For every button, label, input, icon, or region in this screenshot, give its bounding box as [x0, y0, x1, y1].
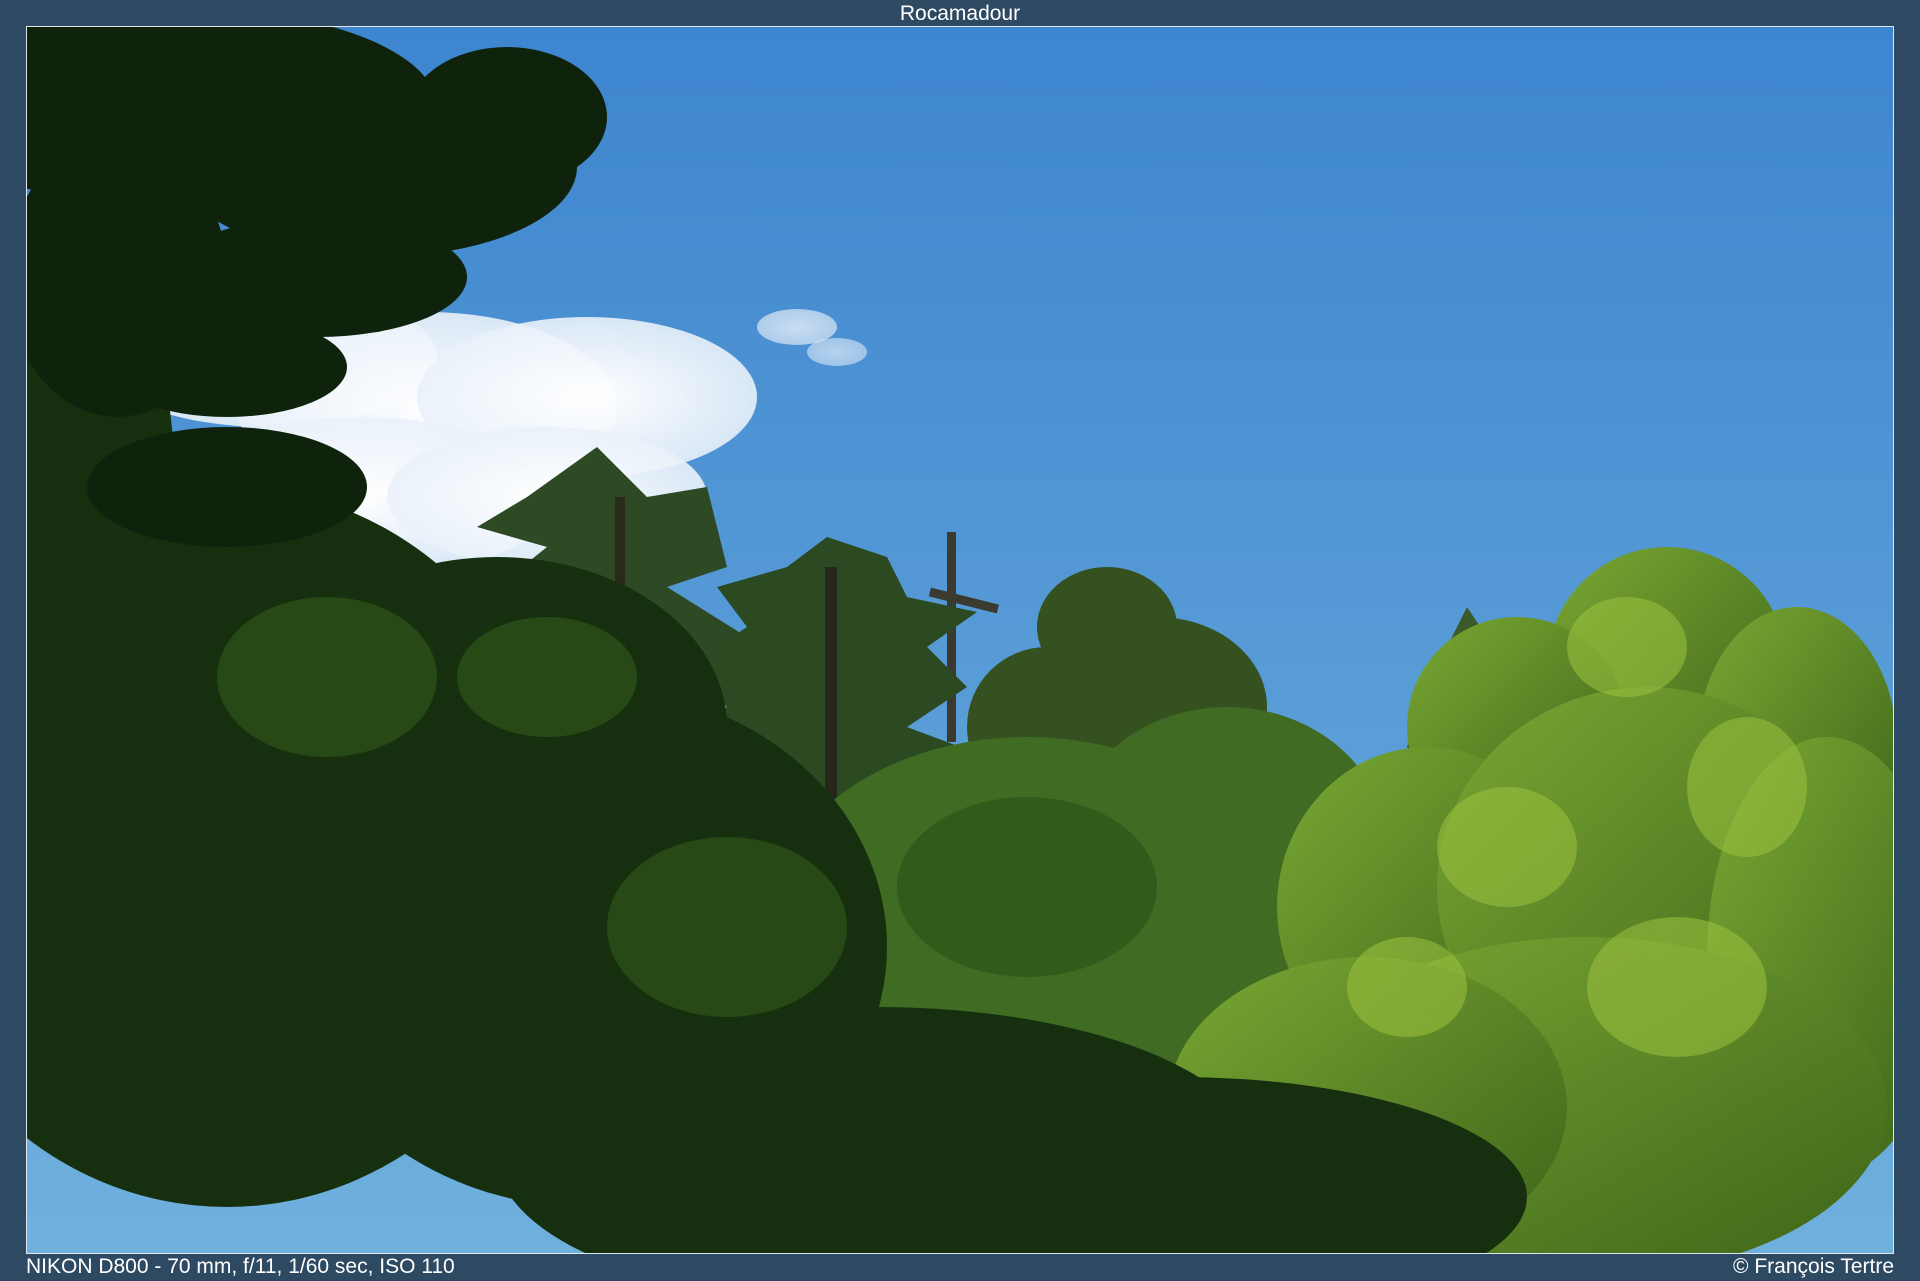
camera-info: NIKON D800 - 70 mm, f/11, 1/60 sec, ISO …	[26, 1255, 455, 1278]
copyright: © François Tertre	[1733, 1255, 1894, 1278]
photo-title: Rocamadour	[899, 2, 1021, 25]
landscape-photo	[27, 27, 1893, 1253]
photo-frame	[26, 26, 1894, 1254]
